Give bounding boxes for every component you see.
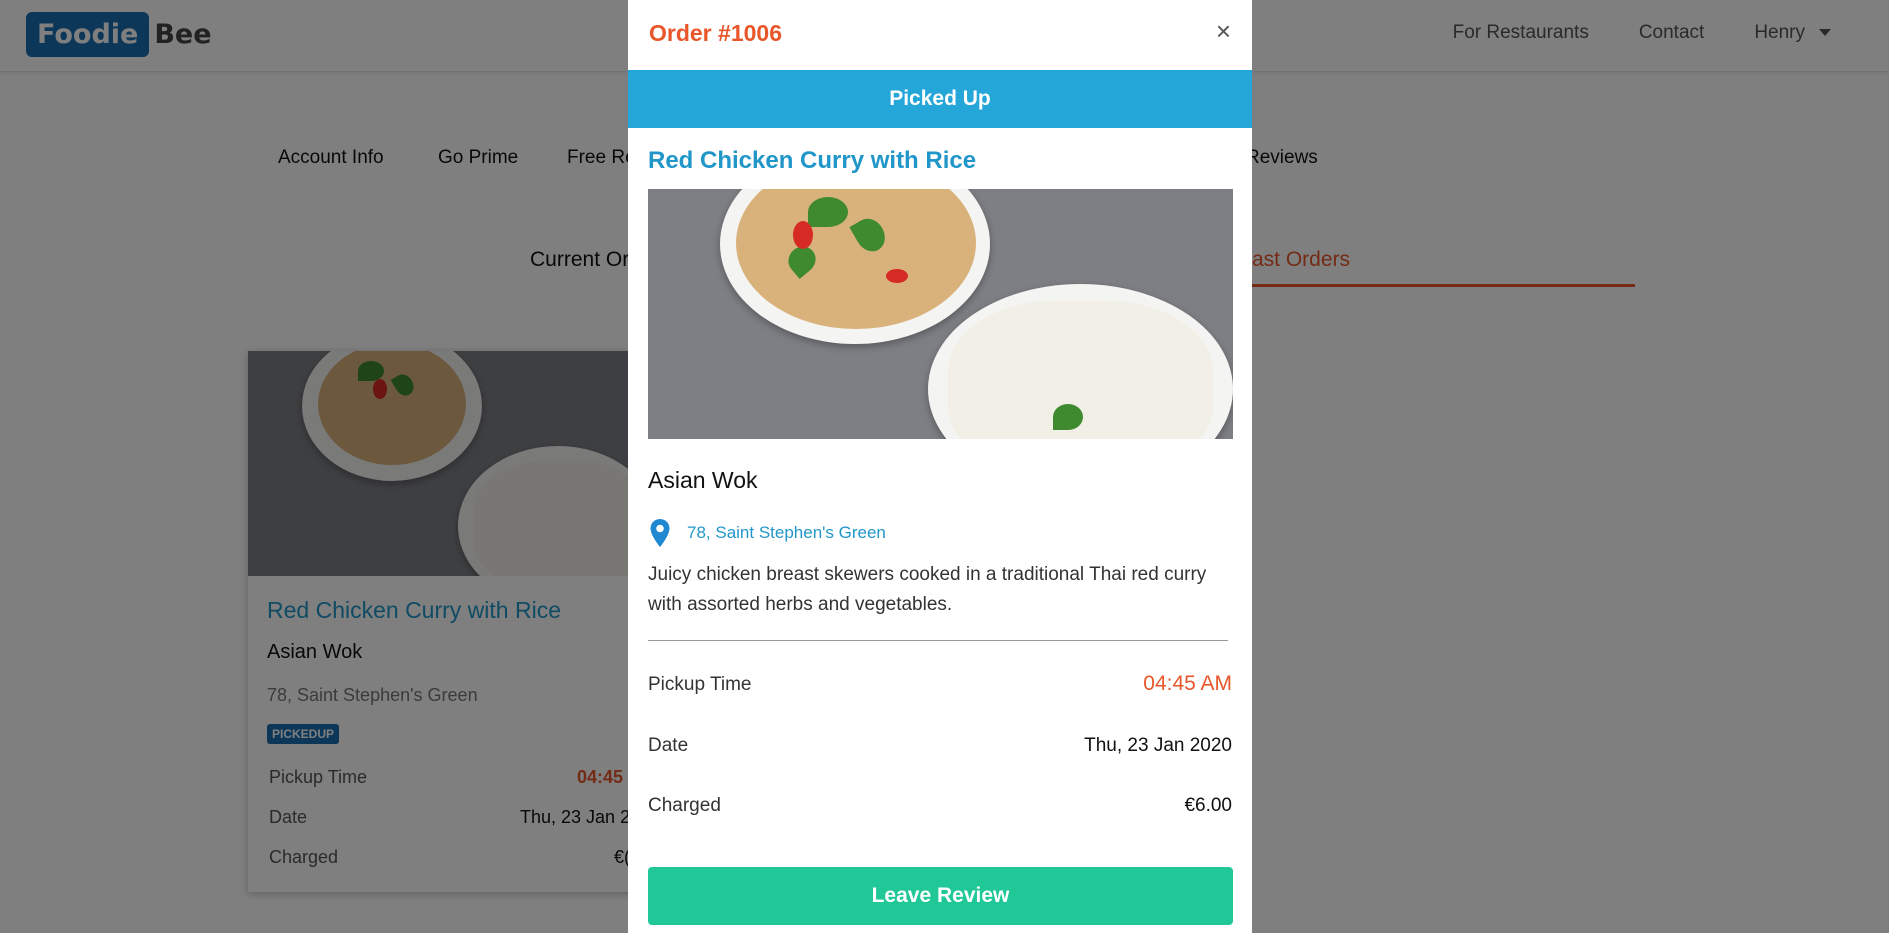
value-date: Thu, 23 Jan 2020	[1084, 735, 1232, 756]
location-pin-icon	[650, 519, 670, 547]
label-pickup-time: Pickup Time	[648, 674, 752, 695]
modal-dish-title: Red Chicken Curry with Rice	[648, 147, 977, 174]
divider	[648, 640, 1228, 641]
modal-address-text[interactable]: 78, Saint Stephen's Green	[687, 523, 886, 543]
label-date: Date	[648, 735, 689, 756]
value-pickup-time: 04:45 AM	[1143, 672, 1232, 695]
order-detail-modal: Order #1006 × Picked Up Red Chicken Curr…	[628, 0, 1252, 933]
order-status-bar: Picked Up	[628, 70, 1252, 128]
modal-address[interactable]: 78, Saint Stephen's Green	[648, 519, 886, 547]
value-charged: €6.00	[1184, 795, 1232, 816]
modal-restaurant-name: Asian Wok	[648, 467, 758, 493]
label-charged: Charged	[648, 795, 721, 816]
leave-review-button[interactable]: Leave Review	[648, 867, 1233, 925]
close-icon[interactable]: ×	[1216, 16, 1231, 47]
modal-title: Order #1006	[649, 20, 782, 46]
modal-dish-image	[648, 189, 1233, 439]
modal-description: Juicy chicken breast skewers cooked in a…	[648, 564, 1207, 615]
